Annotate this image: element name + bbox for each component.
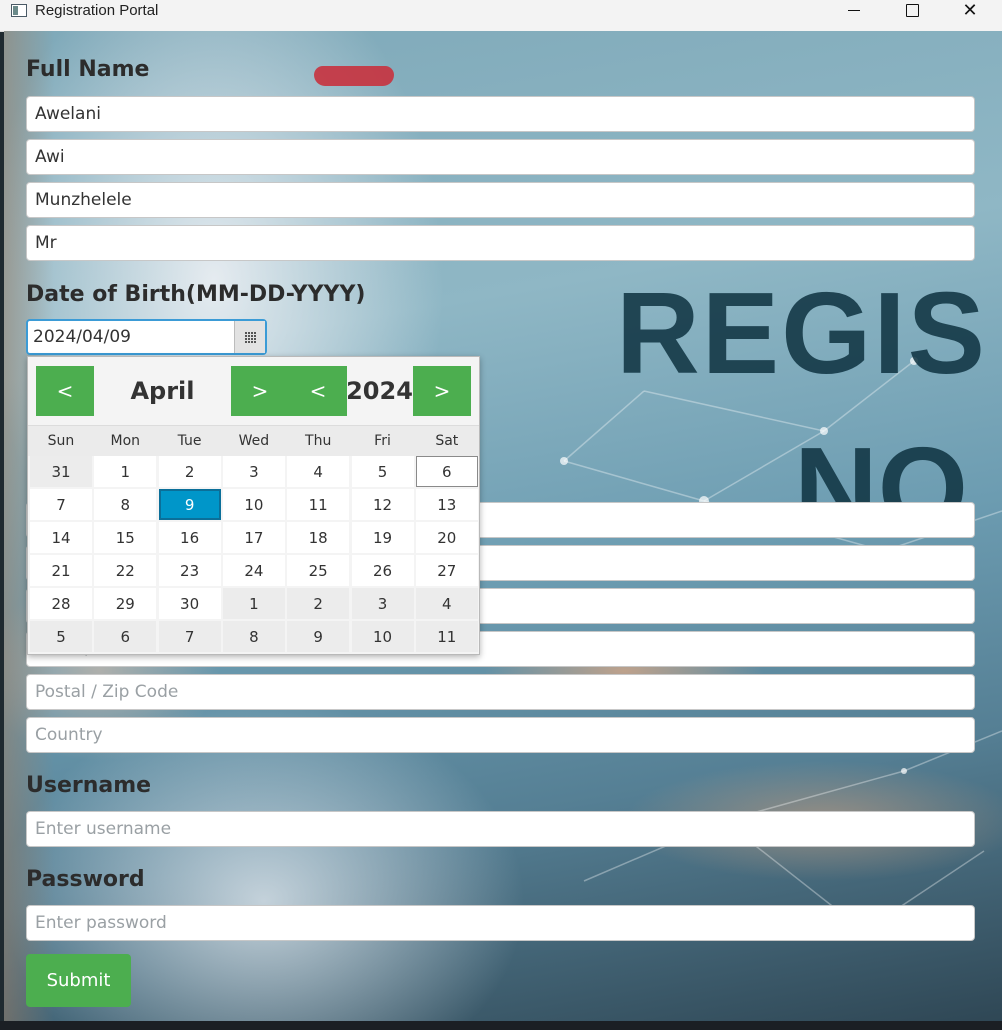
app-window-icon (11, 4, 27, 17)
weekday-label: Sun (47, 433, 75, 449)
calendar-day-cell[interactable]: 1 (94, 456, 157, 487)
username-field[interactable]: Enter username (26, 811, 975, 847)
calendar-day-cell[interactable]: 7 (30, 489, 92, 520)
calendar-day-cell[interactable]: 16 (158, 522, 221, 553)
calendar-day-cell[interactable]: 29 (94, 588, 157, 619)
calendar-day-cell[interactable]: 5 (30, 621, 92, 652)
calendar-day-cell[interactable]: 5 (351, 456, 414, 487)
weekday-label: Sat (435, 433, 459, 449)
calendar-day-cell[interactable]: 18 (287, 522, 350, 553)
calendar-day-cell[interactable]: 26 (351, 555, 414, 586)
dob-input[interactable]: 2024/04/09 (33, 321, 131, 353)
calendar-day-cell[interactable]: 10 (222, 489, 285, 520)
calendar-day-cell[interactable]: 21 (30, 555, 92, 586)
calendar-day-cell[interactable]: 8 (222, 621, 285, 652)
calendar-day-cell[interactable]: 28 (30, 588, 92, 619)
calendar-day-cell[interactable]: 1 (222, 588, 285, 619)
dob-label: Date of Birth(MM-DD-YYYY) (26, 282, 366, 307)
calendar-day-cell[interactable]: 13 (415, 489, 478, 520)
calendar-day-cell[interactable]: 10 (351, 621, 414, 652)
date-of-birth-picker[interactable]: 2024/04/09 (26, 319, 267, 355)
weekday-label: Mon (110, 433, 141, 449)
calendar-day-cell[interactable]: 11 (415, 621, 478, 652)
full-name-label: Full Name (26, 57, 150, 82)
close-button[interactable]: ✕ (947, 0, 993, 30)
country-field[interactable]: Country (26, 717, 975, 753)
weekday-label: Tue (177, 433, 202, 449)
weekday-label: Thu (305, 433, 332, 449)
calendar-day-cell[interactable]: 9 (158, 489, 221, 520)
postal-code-field[interactable]: Postal / Zip Code (26, 674, 975, 710)
calendar-day-cell[interactable]: 15 (94, 522, 157, 553)
previous-month-button[interactable]: < (36, 366, 94, 416)
username-label: Username (26, 773, 152, 798)
calendar-day-cell[interactable]: 30 (158, 588, 221, 619)
maximize-button[interactable] (889, 0, 935, 30)
window-title: Registration Portal (35, 2, 159, 19)
minimize-icon (848, 9, 860, 11)
submit-button[interactable]: Submit (26, 954, 131, 1007)
next-month-button[interactable]: > (231, 366, 289, 416)
calendar-day-cell[interactable]: 3 (351, 588, 414, 619)
weekday-header-row: Sun Mon Tue Wed Thu Fri Sat (28, 425, 479, 456)
first-name-field[interactable]: Awelani (26, 96, 975, 132)
calendar-day-cell[interactable]: 2 (158, 456, 221, 487)
calendar-day-cell[interactable]: 8 (94, 489, 157, 520)
maximize-icon (905, 3, 919, 17)
last-name-field[interactable]: Munzhelele (26, 182, 975, 218)
calendar-day-cell[interactable]: 6 (415, 456, 478, 487)
calendar-day-cell[interactable]: 6 (94, 621, 157, 652)
weekday-label: Fri (374, 433, 391, 449)
chevron-right-icon: > (251, 379, 269, 403)
close-icon: ✕ (962, 0, 978, 21)
calendar-day-cell[interactable]: 22 (94, 555, 157, 586)
next-year-button[interactable]: > (413, 366, 471, 416)
title-bar: Registration Portal ✕ (0, 0, 1002, 32)
calendar-day-cell[interactable]: 25 (287, 555, 350, 586)
calendar-day-cell[interactable]: 4 (287, 456, 350, 487)
form-panel: REGIS NO Full Name Awelani Awi Munzhelel… (4, 31, 1002, 1021)
chevron-left-icon: < (309, 379, 327, 403)
weekday-label: Wed (238, 433, 270, 449)
calendar-day-cell[interactable]: 4 (415, 588, 478, 619)
calendar-day-cell[interactable]: 14 (30, 522, 92, 553)
calendar-day-cell[interactable]: 3 (222, 456, 285, 487)
calendar-icon (244, 331, 256, 343)
background-banner-text: REGIS (616, 268, 987, 398)
calendar-toggle-button[interactable] (234, 321, 265, 353)
calendar-day-cell[interactable]: 11 (287, 489, 350, 520)
calendar-day-cell[interactable]: 31 (30, 456, 92, 487)
calendar-day-cell[interactable]: 17 (222, 522, 285, 553)
calendar-day-cell[interactable]: 7 (158, 621, 221, 652)
title-field[interactable]: Mr (26, 225, 975, 261)
calendar-day-cell[interactable]: 27 (415, 555, 478, 586)
minimize-button[interactable] (831, 0, 877, 30)
chevron-left-icon: < (56, 379, 74, 403)
calendar-day-cell[interactable]: 23 (158, 555, 221, 586)
calendar-day-cell[interactable]: 12 (351, 489, 414, 520)
calendar-day-cell[interactable]: 19 (351, 522, 414, 553)
chevron-right-icon: > (433, 379, 451, 403)
month-label: April (130, 377, 195, 405)
calendar-day-cell[interactable]: 9 (287, 621, 350, 652)
calendar-day-cell[interactable]: 2 (287, 588, 350, 619)
password-field[interactable]: Enter password (26, 905, 975, 941)
password-label: Password (26, 867, 145, 892)
date-picker-popup: < April > < 2024 > Sun Mon Tue Wed Thu Fri Sat… (27, 356, 480, 655)
taskbar (0, 1021, 1002, 1030)
calendar-day-cell[interactable]: 24 (222, 555, 285, 586)
previous-year-button[interactable]: < (289, 366, 347, 416)
calendar-day-cell[interactable]: 20 (415, 522, 478, 553)
middle-name-field[interactable]: Awi (26, 139, 975, 175)
year-label: 2024 (346, 377, 413, 405)
